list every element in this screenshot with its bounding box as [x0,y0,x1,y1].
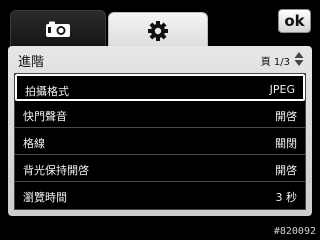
setting-value: 3 秒 [275,191,298,204]
list-item[interactable]: 背光保持開啓 開啓 [15,155,305,182]
settings-list: 拍攝格式 JPEG 快門聲音 開啓 格線 關閉 背光保持開啓 開啓 瀏覽時間 3… [14,73,306,210]
tab-settings[interactable] [108,12,208,48]
setting-label: 背光保持開啓 [23,164,89,177]
panel-title: 進階 [18,55,45,70]
gear-icon [148,20,168,41]
setting-label: 拍攝格式 [25,85,69,98]
setting-value: 開啓 [275,164,297,177]
page-up-down-icon[interactable] [294,51,304,67]
page-indicator: 頁 1/3 [260,57,290,68]
settings-panel: 進階 頁 1/3 拍攝格式 JPEG 快門聲音 開啓 格線 關閉 背光保持開啓 [8,46,312,216]
setting-value: JPEG [269,83,295,96]
setting-label: 快門聲音 [23,110,67,123]
panel-header: 進階 頁 1/3 [8,46,312,72]
setting-label: 瀏覽時間 [23,191,67,204]
ok-button[interactable]: ok [278,9,311,33]
tab-camera[interactable] [10,10,106,46]
setting-label: 格線 [23,137,45,150]
setting-value: 開啓 [275,110,297,123]
camera-icon [46,21,70,37]
image-code: #820092 [273,226,316,237]
list-item[interactable]: 快門聲音 開啓 [15,101,305,128]
setting-value: 關閉 [275,137,297,150]
list-item[interactable]: 格線 關閉 [15,128,305,155]
list-item[interactable]: 瀏覽時間 3 秒 [15,182,305,209]
camera-settings-screen: ok 進階 頁 1/3 拍攝格式 JPEG 快門聲音 開啓 格線 關閉 背光保持… [0,0,320,240]
list-item[interactable]: 拍攝格式 JPEG [15,74,305,101]
